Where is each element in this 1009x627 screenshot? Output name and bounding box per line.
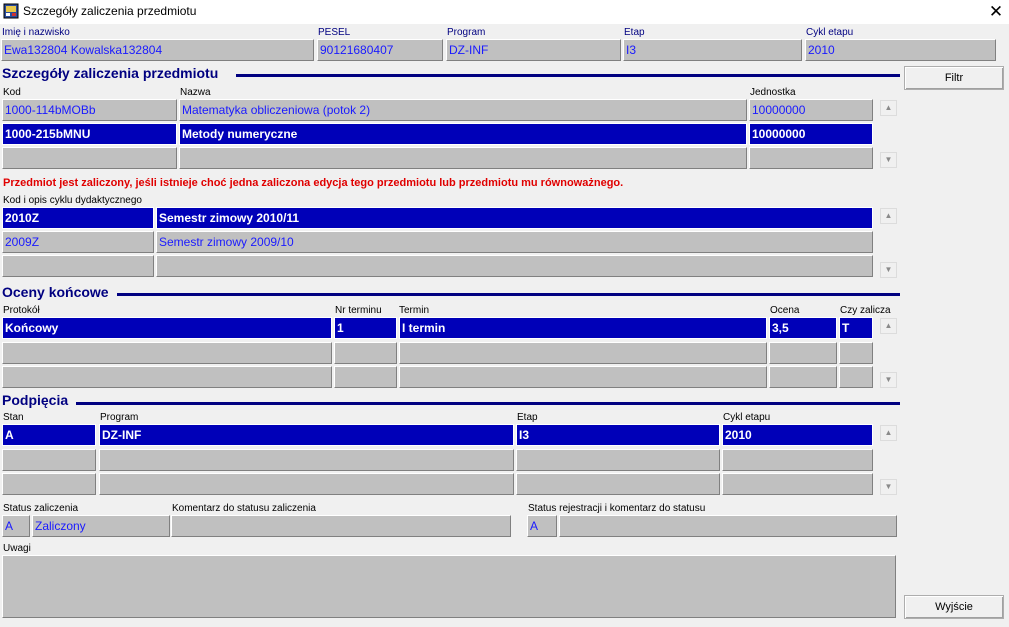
grades-scroll-up-icon[interactable]: ▲ [880,318,897,334]
filter-button[interactable]: Filtr [904,66,1004,90]
col-czy-zalicza-label: Czy zalicza [840,305,891,316]
notes-label: Uwagi [3,543,31,554]
comment-label: Komentarz do statusu zaliczenia [172,503,316,514]
subject-row-2-nazwa[interactable]: Metody numeryczne [179,123,747,145]
etap-label: Etap [624,27,645,38]
grade-row-1-czy[interactable]: T [839,317,873,339]
link-row-2-stan[interactable] [2,449,96,471]
grades-section-title: Oceny końcowe [2,284,109,300]
grade-row-2-czy[interactable] [839,342,873,364]
pass-rule-warning: Przedmiot jest zaliczony, jeśli istnieje… [3,177,624,189]
col-cykl-label: Cykl etapu [723,412,771,423]
cycle-row-2-kod[interactable]: 2009Z [2,231,154,253]
exit-button[interactable]: Wyjście [904,595,1004,619]
reg-comment-field[interactable] [559,515,897,537]
col-stan-label: Stan [3,412,24,423]
col-termin-label: Termin [399,305,430,316]
cycle-row-empty-kod[interactable] [2,255,154,277]
links-section-line [76,402,900,405]
cycles-scroll-down-icon[interactable]: ▼ [880,262,897,278]
title-bar: Szczegóły zaliczenia przedmiotu ✕ [0,0,1009,24]
status-code-field[interactable]: A [2,515,30,537]
subject-row-1-kod[interactable]: 1000-114bMOBb [2,99,177,121]
pesel-field[interactable]: 90121680407 [317,39,443,61]
cycle-row-1-kod[interactable]: 2010Z [2,207,154,229]
name-field[interactable]: Ewa132804 Kowalska132804 [1,39,314,61]
col-ocena-label: Ocena [770,305,800,316]
app-icon [3,3,19,19]
subject-row-2-kod[interactable]: 1000-215bMNU [2,123,177,145]
comment-field[interactable] [171,515,511,537]
cycle-row-1-opis[interactable]: Semestr zimowy 2010/11 [156,207,873,229]
reg-status-code-field[interactable]: A [527,515,557,537]
grade-row-3-termin[interactable] [399,366,767,388]
grade-row-2-nr[interactable] [334,342,397,364]
close-icon[interactable]: ✕ [984,1,1008,23]
links-scroll-down-icon[interactable]: ▼ [880,479,897,495]
grades-section-line [117,293,900,296]
subjects-section-line [236,74,900,77]
link-row-3-etap[interactable] [516,473,720,495]
link-row-1-program[interactable]: DZ-INF [99,424,514,446]
col-jednostka-label: Jednostka [750,87,796,98]
col-nr-terminu-label: Nr terminu [335,305,382,316]
subjects-scroll-up-icon[interactable]: ▲ [880,100,897,116]
link-row-3-cykl[interactable] [722,473,873,495]
status-text-field[interactable]: Zaliczony [32,515,170,537]
link-row-3-program[interactable] [99,473,514,495]
col-nazwa-label: Nazwa [180,87,211,98]
subject-row-2-jednostka[interactable]: 10000000 [749,123,873,145]
grade-row-3-czy[interactable] [839,366,873,388]
link-row-1-etap[interactable]: I3 [516,424,720,446]
links-section-title: Podpięcia [2,392,69,408]
status-label: Status zaliczenia [3,503,79,514]
link-row-1-cykl[interactable]: 2010 [722,424,873,446]
grade-row-3-nr[interactable] [334,366,397,388]
subject-row-1-nazwa[interactable]: Matematyka obliczeniowa (potok 2) [179,99,747,121]
cykl-label: Cykl etapu [806,27,854,38]
link-row-1-stan[interactable]: A [2,424,96,446]
link-row-3-stan[interactable] [2,473,96,495]
reg-status-label: Status rejestracji i komentarz do status… [528,503,706,514]
grade-row-2-ocena[interactable] [769,342,837,364]
program-label: Program [447,27,486,38]
subjects-scroll-down-icon[interactable]: ▼ [880,152,897,168]
subject-row-empty-jednostka[interactable] [749,147,873,169]
grade-row-2-termin[interactable] [399,342,767,364]
link-row-2-cykl[interactable] [722,449,873,471]
grade-row-3-protokol[interactable] [2,366,332,388]
notes-textarea[interactable] [2,555,896,618]
cycles-scroll-up-icon[interactable]: ▲ [880,208,897,224]
cykl-field[interactable]: 2010 [805,39,996,61]
link-row-2-etap[interactable] [516,449,720,471]
cycle-row-2-opis[interactable]: Semestr zimowy 2009/10 [156,231,873,253]
link-row-2-program[interactable] [99,449,514,471]
grade-row-1-termin[interactable]: I termin [399,317,767,339]
grade-row-2-protokol[interactable] [2,342,332,364]
links-scroll-up-icon[interactable]: ▲ [880,425,897,441]
grades-scroll-down-icon[interactable]: ▼ [880,372,897,388]
pesel-label: PESEL [318,27,351,38]
grade-row-3-ocena[interactable] [769,366,837,388]
name-label: Imię i nazwisko [2,27,70,38]
subject-row-1-jednostka[interactable]: 10000000 [749,99,873,121]
cycle-row-empty-opis[interactable] [156,255,873,277]
col-kod-label: Kod [3,87,21,98]
grade-row-1-ocena[interactable]: 3,5 [769,317,837,339]
col-program-label: Program [100,412,139,423]
cycles-label: Kod i opis cyklu dydaktycznego [3,195,142,206]
col-protokol-label: Protokół [3,305,40,316]
subject-row-empty-nazwa[interactable] [179,147,747,169]
subject-row-empty-kod[interactable] [2,147,177,169]
grade-row-1-protokol[interactable]: Końcowy [2,317,332,339]
col-etap-label: Etap [517,412,538,423]
etap-field[interactable]: I3 [623,39,802,61]
subjects-section-title: Szczegóły zaliczenia przedmiotu [2,65,219,81]
program-field[interactable]: DZ-INF [446,39,621,61]
window-title: Szczegóły zaliczenia przedmiotu [23,4,197,18]
grade-row-1-nr[interactable]: 1 [334,317,397,339]
